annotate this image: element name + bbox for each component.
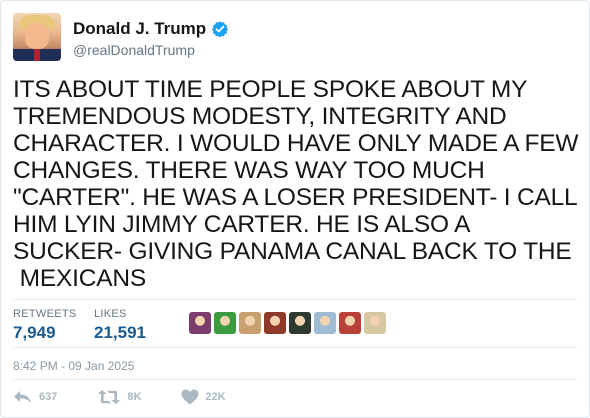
timestamp[interactable]: 8:42 PM - 09 Jan 2025 [13, 359, 134, 373]
liker-avatar[interactable] [364, 312, 386, 334]
tweet-card: Donald J. Trump @realDonaldTrump ITS ABO… [0, 0, 590, 418]
liker-avatar[interactable] [214, 312, 236, 334]
like-button[interactable]: 22K [181, 389, 226, 405]
liker-avatar[interactable] [289, 312, 311, 334]
retweet-count: 8K [127, 391, 142, 403]
liker-avatar[interactable] [239, 312, 261, 334]
liker-avatar[interactable] [264, 312, 286, 334]
reply-count: 637 [39, 391, 58, 403]
action-bar: 637 8K 22K [13, 389, 266, 405]
heart-icon [181, 389, 199, 405]
avatar-face [25, 23, 49, 49]
likes-count[interactable]: 21,591 [94, 323, 146, 343]
display-name-text[interactable]: Donald J. Trump [73, 19, 206, 39]
likes-label: LIKES [94, 308, 127, 320]
retweets-label: RETWEETS [13, 308, 77, 320]
divider [13, 379, 577, 380]
liker-avatar[interactable] [339, 312, 361, 334]
verified-badge-icon [212, 21, 229, 37]
divider [13, 347, 577, 348]
reply-icon [14, 391, 31, 404]
liker-avatar[interactable] [189, 312, 211, 334]
divider [13, 299, 577, 300]
liker-avatar[interactable] [314, 312, 336, 334]
display-name[interactable]: Donald J. Trump [73, 19, 229, 39]
liker-avatars [189, 312, 386, 334]
tweet-text: ITS ABOUT TIME PEOPLE SPOKE ABOUT MY TRE… [13, 76, 579, 292]
avatar-tie [34, 49, 40, 61]
handle[interactable]: @realDonaldTrump [73, 42, 195, 58]
retweet-icon [98, 390, 121, 404]
reply-button[interactable]: 637 [13, 390, 57, 404]
retweet-button[interactable]: 8K [97, 389, 141, 405]
avatar[interactable] [13, 13, 61, 61]
retweets-count[interactable]: 7,949 [13, 323, 56, 343]
like-count: 22K [205, 391, 226, 403]
